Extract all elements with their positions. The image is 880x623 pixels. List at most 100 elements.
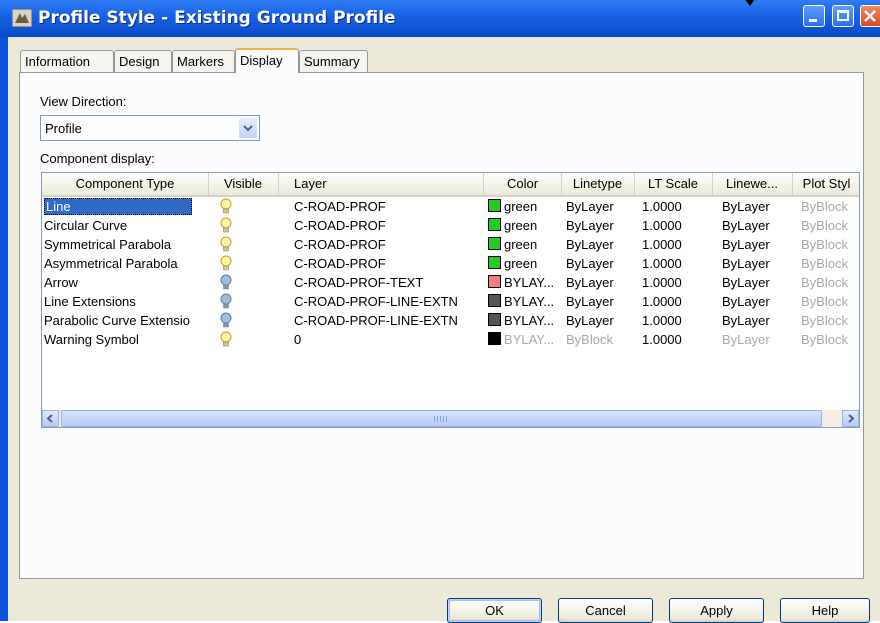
horizontal-scrollbar[interactable] bbox=[42, 410, 859, 427]
cell-linetype[interactable]: ByLayer bbox=[566, 235, 632, 254]
cell-linetype[interactable]: ByLayer bbox=[566, 273, 632, 292]
table-row[interactable]: Parabolic Curve Extensio C-ROAD-PROF-LINE… bbox=[42, 311, 859, 330]
dropdown-button[interactable] bbox=[239, 118, 257, 138]
close-button[interactable] bbox=[860, 5, 880, 27]
cell-lineweight[interactable]: ByLayer bbox=[722, 292, 788, 311]
cell-linetype[interactable]: ByBlock bbox=[566, 330, 632, 349]
table-row[interactable]: Asymmetrical Parabola C-ROAD-PROF green ByL… bbox=[42, 254, 859, 273]
cell-lineweight[interactable]: ByLayer bbox=[722, 197, 788, 216]
cell-plot-style[interactable]: ByBlock bbox=[801, 330, 859, 349]
cell-lineweight[interactable]: ByLayer bbox=[722, 311, 788, 330]
scroll-thumb[interactable] bbox=[61, 410, 822, 427]
scroll-left-button[interactable] bbox=[42, 410, 59, 427]
lightbulb-off-icon[interactable] bbox=[220, 274, 232, 291]
table-row[interactable]: Arrow C-ROAD-PROF-TEXT BYLAY... ByLayer 1.00… bbox=[42, 273, 859, 292]
cell-linetype[interactable]: ByLayer bbox=[566, 197, 632, 216]
cell-lineweight[interactable]: ByLayer bbox=[722, 330, 788, 349]
cell-plot-style[interactable]: ByBlock bbox=[801, 292, 859, 311]
lightbulb-on-icon[interactable] bbox=[220, 255, 232, 272]
cell-layer[interactable]: 0 bbox=[294, 330, 482, 349]
lightbulb-on-icon[interactable] bbox=[220, 331, 232, 348]
cell-layer[interactable]: C-ROAD-PROF-LINE-EXTN bbox=[294, 292, 482, 311]
cell-plot-style[interactable]: ByBlock bbox=[801, 254, 859, 273]
cell-plot-style[interactable]: ByBlock bbox=[801, 197, 859, 216]
cell-lt-scale[interactable]: 1.0000 bbox=[642, 292, 708, 311]
cell-component-type[interactable]: Warning Symbol bbox=[44, 330, 204, 349]
cell-lineweight[interactable]: ByLayer bbox=[722, 216, 788, 235]
cell-linetype[interactable]: ByLayer bbox=[566, 216, 632, 235]
lightbulb-off-icon[interactable] bbox=[220, 312, 232, 329]
cell-linetype[interactable]: ByLayer bbox=[566, 292, 632, 311]
cell-component-type[interactable]: Circular Curve bbox=[44, 216, 204, 235]
apply-button[interactable]: Apply bbox=[669, 598, 764, 623]
cell-color[interactable]: green bbox=[488, 197, 560, 216]
cell-plot-style[interactable]: ByBlock bbox=[801, 216, 859, 235]
cell-component-type[interactable]: Line bbox=[44, 197, 204, 216]
tab-information[interactable]: Information bbox=[20, 50, 114, 72]
cell-lt-scale[interactable]: 1.0000 bbox=[642, 273, 708, 292]
color-swatch bbox=[488, 294, 501, 307]
cell-lt-scale[interactable]: 1.0000 bbox=[642, 197, 708, 216]
cell-component-type[interactable]: Arrow bbox=[44, 273, 204, 292]
cell-lt-scale[interactable]: 1.0000 bbox=[642, 254, 708, 273]
tab-markers[interactable]: Markers bbox=[172, 50, 235, 72]
cell-plot-style[interactable]: ByBlock bbox=[801, 235, 859, 254]
tab-summary[interactable]: Summary bbox=[299, 50, 368, 72]
maximize-button[interactable] bbox=[832, 5, 854, 27]
column-header-lt-scale[interactable]: LT Scale bbox=[634, 173, 713, 195]
cell-color[interactable]: green bbox=[488, 235, 560, 254]
lightbulb-off-icon[interactable] bbox=[220, 293, 232, 310]
cell-color[interactable]: BYLAY... bbox=[488, 311, 560, 330]
tab-display[interactable]: Display bbox=[235, 48, 299, 73]
cell-color[interactable]: BYLAY... bbox=[488, 330, 560, 349]
cell-layer[interactable]: C-ROAD-PROF-TEXT bbox=[294, 273, 482, 292]
cell-color[interactable]: BYLAY... bbox=[488, 292, 560, 311]
lightbulb-on-icon[interactable] bbox=[220, 198, 232, 215]
cell-linetype[interactable]: ByLayer bbox=[566, 311, 632, 330]
cell-lt-scale[interactable]: 1.0000 bbox=[642, 235, 708, 254]
cell-component-type[interactable]: Line Extensions bbox=[44, 292, 204, 311]
component-display-table: Component Type Visible Layer Color Linet… bbox=[41, 172, 860, 428]
column-header-color[interactable]: Color bbox=[484, 173, 562, 195]
cell-layer[interactable]: C-ROAD-PROF-LINE-EXTN bbox=[294, 311, 482, 330]
column-header-component-type[interactable]: Component Type bbox=[42, 173, 209, 195]
cell-component-type[interactable]: Symmetrical Parabola bbox=[44, 235, 204, 254]
column-header-layer[interactable]: Layer bbox=[278, 173, 484, 195]
cell-lt-scale[interactable]: 1.0000 bbox=[642, 330, 708, 349]
cell-color[interactable]: BYLAY... bbox=[488, 273, 560, 292]
lightbulb-on-icon[interactable] bbox=[220, 236, 232, 253]
table-row[interactable]: Symmetrical Parabola C-ROAD-PROF green ByLa… bbox=[42, 235, 859, 254]
cell-lineweight[interactable]: ByLayer bbox=[722, 235, 788, 254]
cell-plot-style[interactable]: ByBlock bbox=[801, 311, 859, 330]
cell-lt-scale[interactable]: 1.0000 bbox=[642, 216, 708, 235]
ok-button[interactable]: OK bbox=[447, 598, 542, 623]
cancel-button[interactable]: Cancel bbox=[558, 598, 653, 623]
cell-color[interactable]: green bbox=[488, 216, 560, 235]
help-button[interactable]: Help bbox=[780, 598, 870, 623]
cell-lt-scale[interactable]: 1.0000 bbox=[642, 311, 708, 330]
column-header-linetype[interactable]: Linetype bbox=[561, 173, 635, 195]
table-row[interactable]: Circular Curve C-ROAD-PROF green ByLayer 1.0… bbox=[42, 216, 859, 235]
cell-component-type[interactable]: Parabolic Curve Extensio bbox=[44, 311, 204, 330]
tab-design[interactable]: Design bbox=[114, 50, 172, 72]
table-row[interactable]: Line C-ROAD-PROF green ByLayer 1.0000 ByLayer… bbox=[42, 197, 859, 216]
column-header-plot-style[interactable]: Plot Styl bbox=[792, 173, 859, 195]
cell-layer[interactable]: C-ROAD-PROF bbox=[294, 235, 482, 254]
cell-layer[interactable]: C-ROAD-PROF bbox=[294, 197, 482, 216]
column-header-visible[interactable]: Visible bbox=[208, 173, 279, 195]
minimize-button[interactable] bbox=[803, 5, 825, 27]
cell-plot-style[interactable]: ByBlock bbox=[801, 273, 859, 292]
view-direction-select[interactable]: Profile bbox=[40, 115, 260, 141]
cell-layer[interactable]: C-ROAD-PROF bbox=[294, 254, 482, 273]
cell-lineweight[interactable]: ByLayer bbox=[722, 254, 788, 273]
cell-layer[interactable]: C-ROAD-PROF bbox=[294, 216, 482, 235]
table-row[interactable]: Line Extensions C-ROAD-PROF-LINE-EXTN BYLA… bbox=[42, 292, 859, 311]
scroll-right-button[interactable] bbox=[842, 410, 859, 427]
cell-component-type[interactable]: Asymmetrical Parabola bbox=[44, 254, 204, 273]
cell-lineweight[interactable]: ByLayer bbox=[722, 273, 788, 292]
table-row[interactable]: Warning Symbol 0 BYLAY... ByBlock 1.0000 ByLa… bbox=[42, 330, 859, 349]
lightbulb-on-icon[interactable] bbox=[220, 217, 232, 234]
cell-color[interactable]: green bbox=[488, 254, 560, 273]
cell-linetype[interactable]: ByLayer bbox=[566, 254, 632, 273]
column-header-lineweight[interactable]: Linewe... bbox=[712, 173, 793, 195]
